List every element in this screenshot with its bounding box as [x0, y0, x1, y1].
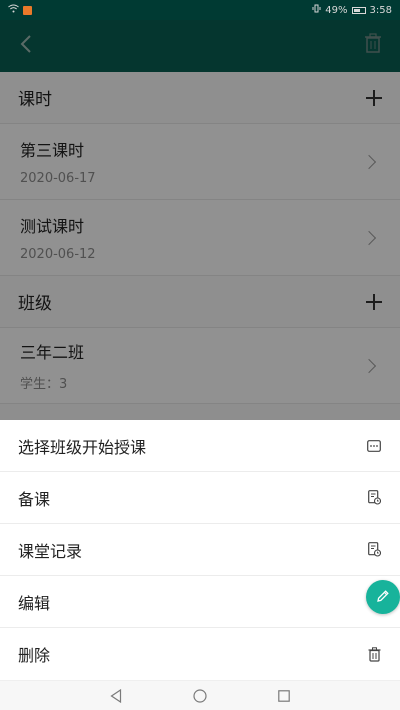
wifi-icon [8, 4, 19, 16]
action-sheet: 选择班级开始授课 备课 课堂记录 编辑 删除 [0, 420, 400, 680]
nav-back-button[interactable] [108, 688, 124, 704]
option-label: 课堂记录 [18, 541, 83, 561]
option-label: 编辑 [18, 593, 51, 613]
edit-option[interactable]: 编辑 [0, 576, 400, 628]
edit-fab-button[interactable] [366, 580, 400, 614]
option-label: 删除 [18, 646, 51, 665]
document-clock-icon [366, 490, 382, 506]
battery-percent: 49% [325, 4, 348, 16]
notification-app-icon [23, 5, 32, 15]
class-record-option[interactable]: 课堂记录 [0, 524, 400, 576]
nav-recents-button[interactable] [276, 688, 292, 704]
status-bar: 49% 3:58 [0, 0, 400, 20]
clock: 3:58 [369, 4, 392, 16]
start-class-option[interactable]: 选择班级开始授课 [0, 420, 400, 472]
trash-icon [366, 646, 382, 662]
document-clock-icon [366, 542, 382, 558]
delete-option[interactable]: 删除 [0, 628, 400, 680]
more-dots-icon [366, 438, 382, 454]
system-nav-bar [0, 680, 400, 710]
pencil-icon [376, 588, 390, 607]
option-label: 选择班级开始授课 [18, 437, 147, 457]
option-label: 备课 [18, 489, 51, 509]
prepare-lesson-option[interactable]: 备课 [0, 472, 400, 524]
modal-scrim[interactable] [0, 20, 400, 420]
nav-home-button[interactable] [192, 688, 208, 704]
vibrate-icon [312, 4, 321, 16]
battery-icon [351, 6, 366, 14]
